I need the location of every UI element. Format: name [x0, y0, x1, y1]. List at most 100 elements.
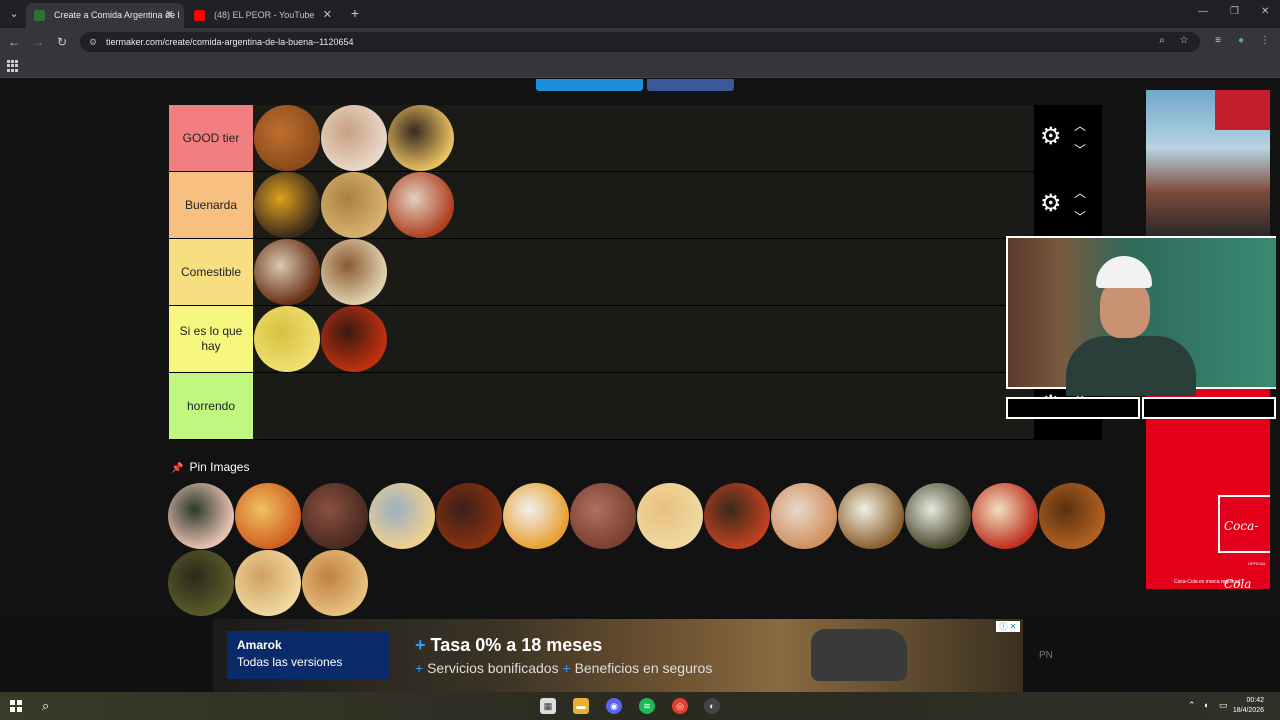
food-image-canelones[interactable] — [321, 239, 387, 305]
chrome-icon[interactable]: ◎ — [672, 698, 688, 714]
food-image-estofado[interactable] — [168, 550, 234, 616]
share-twitter-button[interactable] — [536, 79, 643, 91]
tier-row: Si es lo que hay⚙︿﹀ — [169, 306, 1102, 373]
tab-tiermaker[interactable]: Create a Comida Argentina de l ✕ — [26, 3, 184, 28]
search-icon[interactable]: ⌕ — [42, 698, 49, 714]
start-icon[interactable] — [10, 700, 22, 712]
reload-icon[interactable]: ↻ — [54, 34, 70, 50]
close-tab-icon[interactable]: ✕ — [165, 3, 174, 28]
ad-headline: + Tasa 0% a 18 meses — [415, 635, 603, 655]
url-text: tiermaker.com/create/comida-argentina-de… — [106, 37, 354, 47]
streamer — [1066, 256, 1196, 396]
pin-icon: 📌 — [171, 463, 184, 474]
food-image-milanesa-con-pure[interactable] — [838, 483, 904, 549]
obs-icon[interactable]: ◐ — [704, 698, 720, 714]
forward-icon[interactable]: → — [30, 34, 46, 50]
food-image-empanada-frita[interactable] — [235, 550, 301, 616]
food-image-lasagna[interactable] — [235, 483, 301, 549]
tier-items[interactable] — [253, 239, 387, 305]
address-bar-row: ← → ↻ ⚙ tiermaker.com/create/comida-arge… — [0, 28, 1280, 56]
move-tier-down-icon[interactable]: ﹀ — [1074, 141, 1086, 158]
minimize-icon[interactable]: — — [1198, 6, 1208, 17]
close-tab-icon[interactable]: ✕ — [323, 3, 332, 28]
tier-controls: ⚙ ︿ ﹀ — [1034, 105, 1102, 171]
tier-label[interactable]: Si es lo que hay — [169, 306, 253, 372]
clock[interactable]: 00:42 18/4/2026 — [1233, 696, 1264, 716]
amarok-ad[interactable]: Amarok Todas las versiones + Tasa 0% a 1… — [213, 619, 1023, 692]
food-image-ensalada[interactable] — [905, 483, 971, 549]
tier-label[interactable]: horrendo — [169, 373, 253, 439]
food-image-bife[interactable] — [570, 483, 636, 549]
food-image-chipa-sandwich[interactable] — [369, 483, 435, 549]
reading-list-icon[interactable]: ≡ — [1211, 35, 1225, 46]
share-facebook-button[interactable] — [647, 79, 734, 91]
overlay-bars — [1006, 397, 1276, 419]
food-image-hamburguesa[interactable] — [254, 172, 320, 238]
tier-items[interactable] — [253, 105, 454, 171]
browser-menu-icon[interactable]: ⋮ — [1258, 35, 1272, 46]
speaker-icon[interactable]: ◖ — [1203, 700, 1208, 710]
tier-label[interactable]: Comestible — [169, 239, 253, 305]
food-image-pancho[interactable] — [771, 483, 837, 549]
tier-items[interactable] — [253, 306, 387, 372]
profile-avatar-icon[interactable]: ● — [1234, 35, 1248, 46]
new-tab-button[interactable]: + — [346, 4, 364, 22]
maximize-icon[interactable]: ❐ — [1230, 6, 1239, 17]
tier-items[interactable] — [253, 373, 254, 439]
food-image-albondigas[interactable] — [254, 239, 320, 305]
network-icon[interactable]: ▭ — [1219, 700, 1228, 711]
food-image-fideos-con-tuco[interactable] — [388, 172, 454, 238]
food-image-locro[interactable] — [254, 105, 320, 171]
tiermaker-page: GOOD tier ⚙ ︿ ﹀ Buenarda ⚙ ︿ ﹀ Comestible⚙︿﹀Si e… — [0, 79, 1280, 619]
tier-row: GOOD tier ⚙ ︿ ﹀ — [169, 105, 1102, 172]
side-ad-photo[interactable] — [1146, 90, 1270, 236]
site-info-icon[interactable]: ⚙ — [89, 32, 97, 52]
overlay-bar-right — [1142, 397, 1276, 419]
back-icon[interactable]: ← — [6, 34, 22, 50]
food-image-pastafrola[interactable] — [388, 105, 454, 171]
file-explorer-icon[interactable]: ▬ — [573, 698, 589, 714]
tier-label[interactable]: GOOD tier — [169, 105, 253, 171]
windows-taskbar: ⌕ ▦ ▬ ◉ ≋ ◎ ◐ ⌃ ◖ ▭ 00:42 18/4/2026 — [0, 692, 1280, 720]
discord-icon[interactable]: ◉ — [606, 698, 622, 714]
url-field[interactable]: ⚙ tiermaker.com/create/comida-argentina-… — [80, 32, 1200, 52]
food-image-ñoquis[interactable] — [972, 483, 1038, 549]
close-window-icon[interactable]: ✕ — [1261, 6, 1269, 17]
food-image-fideos-con-manteca[interactable] — [254, 306, 320, 372]
overlay-bar-left — [1006, 397, 1140, 419]
tier-settings-gear-icon[interactable]: ⚙ — [1040, 192, 1062, 216]
food-image-pollo[interactable] — [1039, 483, 1105, 549]
tier-items[interactable] — [253, 172, 454, 238]
move-tier-up-icon[interactable]: ︿ — [1074, 117, 1086, 134]
apps-grid-icon[interactable] — [7, 60, 19, 72]
ad-info-close[interactable]: ⓘ ✕ — [996, 621, 1020, 632]
tab-title: (48) EL PEOR - YouTube — [214, 10, 315, 20]
tier-label[interactable]: Buenarda — [169, 172, 253, 238]
food-image-pizza-pepperoni[interactable] — [704, 483, 770, 549]
move-tier-down-icon[interactable]: ﹀ — [1074, 208, 1086, 225]
amarok-box: Amarok Todas las versiones — [227, 631, 389, 679]
tiermaker-favicon-icon — [34, 10, 45, 21]
tab-youtube[interactable]: (48) EL PEOR - YouTube ✕ — [186, 3, 342, 28]
food-image-asado[interactable] — [302, 483, 368, 549]
pin-images-toggle[interactable]: 📌 Pin Images — [171, 460, 249, 474]
bookmark-star-icon[interactable]: ☆ — [1177, 35, 1191, 46]
tier-row: Buenarda ⚙ ︿ ﹀ — [169, 172, 1102, 239]
food-image-guiso[interactable] — [436, 483, 502, 549]
food-image-pizza-muzzarella[interactable] — [637, 483, 703, 549]
tray-chevron-icon[interactable]: ⌃ — [1188, 700, 1196, 711]
side-ad-coca-cola[interactable]: Coca-Cola OFFICIAL Coca-Cola es marca re… — [1146, 389, 1270, 591]
food-image-nuggets[interactable] — [503, 483, 569, 549]
tier-settings-gear-icon[interactable]: ⚙ — [1040, 125, 1062, 149]
image-pool — [168, 483, 1108, 616]
food-image-fideos-con-salsa[interactable] — [321, 306, 387, 372]
food-image-empanadas[interactable] — [321, 172, 387, 238]
tab-search-icon[interactable]: ⌄ — [6, 6, 22, 22]
food-image-sushi[interactable] — [168, 483, 234, 549]
food-image-rabas[interactable] — [302, 550, 368, 616]
food-image-sandwich-de-miga[interactable] — [321, 105, 387, 171]
spotify-icon[interactable]: ≋ — [639, 698, 655, 714]
move-tier-up-icon[interactable]: ︿ — [1074, 184, 1086, 201]
store-icon[interactable]: ▦ — [540, 698, 556, 714]
zoom-icon[interactable]: ⌕ — [1155, 35, 1169, 46]
